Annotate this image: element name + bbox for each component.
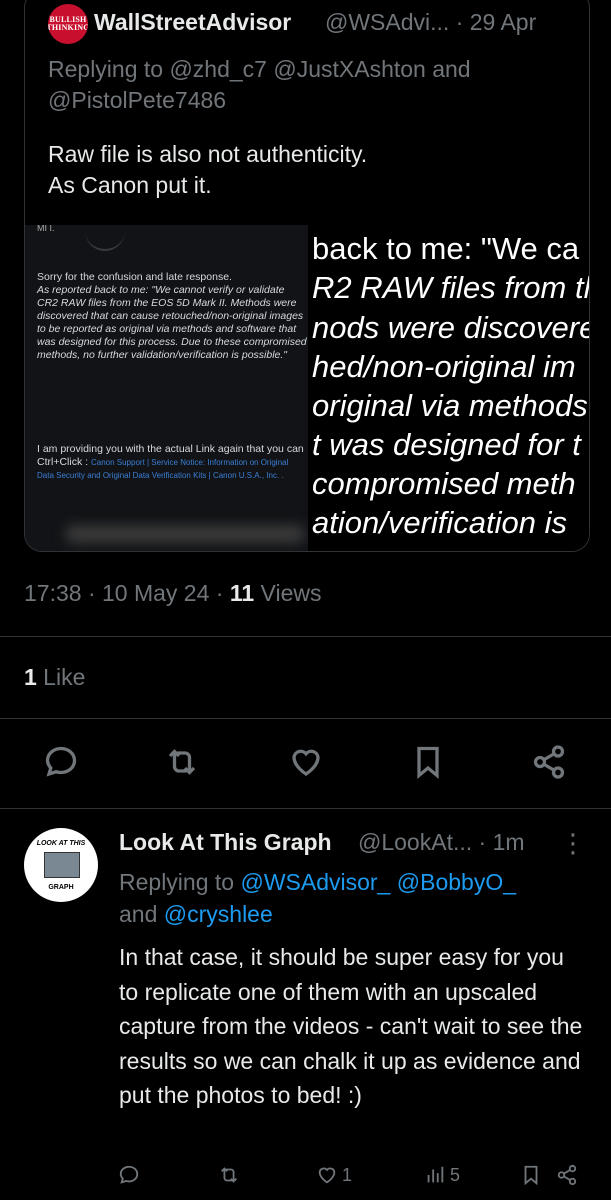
tweet-timestamp-views: 17:38 · 10 May 24 · 11 Views xyxy=(24,580,322,607)
quoted-author-name[interactable]: WallStreetAdvisor xyxy=(94,9,291,36)
tweet-timestamp: 17:38 · 10 May 24 · xyxy=(24,580,230,606)
share-icon xyxy=(557,1164,577,1186)
likes-count-link[interactable]: 1 Like xyxy=(24,664,85,691)
reply-icon xyxy=(45,746,77,777)
quoted-text-line-1: Raw file is also not authenticity. xyxy=(48,141,368,167)
reply-like-button[interactable]: 1 xyxy=(316,1158,352,1192)
like-icon xyxy=(318,1167,336,1184)
views-count: 11 xyxy=(229,580,255,606)
reply-author-name[interactable]: Look At This Graph xyxy=(119,829,332,856)
divider xyxy=(0,718,611,719)
quoted-author-handle[interactable]: @WSAdvi... · 29 Apr xyxy=(325,9,536,36)
quoted-tweet-card[interactable]: BULLISH THINKING WallStreetAdvisor @WSAd… xyxy=(24,0,590,552)
reply-like-count: 1 xyxy=(342,1164,353,1185)
reply-reply-button[interactable] xyxy=(118,1158,140,1192)
divider xyxy=(0,636,611,637)
divider xyxy=(0,808,611,809)
mention-bobbyo[interactable]: @BobbyO_ xyxy=(397,869,516,895)
reply-tweet-text: In that case, it should be super easy fo… xyxy=(119,944,583,1108)
image-top-fragment: MI I. xyxy=(37,225,55,233)
quoted-handle-text: @WSAdvi... xyxy=(325,9,450,35)
share-icon xyxy=(533,745,565,779)
mention-wsadvisor[interactable]: @WSAdvisor_ xyxy=(240,869,390,895)
views-icon xyxy=(427,1166,444,1183)
reply-views-button[interactable]: 5 xyxy=(424,1158,460,1192)
avatar-graph-picture xyxy=(44,852,80,878)
retweet-icon xyxy=(221,1167,237,1183)
likes-count: 1 xyxy=(24,664,37,690)
like-icon xyxy=(292,749,320,776)
zoom-line-8: ation/verification is xyxy=(312,505,568,540)
zoom-line-2: R2 RAW files from th xyxy=(312,270,589,305)
reply-views-count: 5 xyxy=(450,1164,461,1185)
avatar-text-top: LOOK AT THIS xyxy=(36,840,86,847)
likes-label: Like xyxy=(36,664,86,690)
reply-author-handle[interactable]: @LookAt... · 1m xyxy=(358,829,525,856)
share-button[interactable] xyxy=(527,740,571,784)
reply-author-avatar[interactable]: LOOK AT THIS GRAPH xyxy=(24,828,98,902)
reply-button[interactable] xyxy=(39,740,83,784)
quoted-tweet-text: Raw file is also not authenticity. As Ca… xyxy=(48,139,568,201)
image-paragraph-1: Sorry for the confusion and late respons… xyxy=(37,271,307,362)
avatar-text-2: THINKING xyxy=(48,23,88,32)
bookmark-icon xyxy=(417,746,439,780)
zoom-line-5: original via methods xyxy=(312,388,588,423)
reply-bookmark-button[interactable] xyxy=(520,1158,542,1192)
tweet-action-bar xyxy=(0,740,611,790)
image-paragraph-2: I am providing you with the actual Link … xyxy=(37,443,307,482)
avatar-text-bottom: GRAPH xyxy=(48,884,74,891)
mention-cryshlee[interactable]: @cryshlee xyxy=(164,901,273,927)
bookmark-button[interactable] xyxy=(406,740,450,784)
image-paragraph-1a: Sorry for the confusion and late respons… xyxy=(37,271,232,283)
quoted-replying-to: Replying to @zhd_c7 @JustXAshton and @Pi… xyxy=(48,56,471,113)
blurred-signature xyxy=(65,525,305,543)
quoted-image-left[interactable]: MI I. Sorry for the confusion and late r… xyxy=(25,225,308,551)
quoted-image-right[interactable]: back to me: "We ca R2 RAW files from th … xyxy=(308,225,589,551)
like-button[interactable] xyxy=(284,740,328,784)
reply-action-bar: 1 5 xyxy=(0,1158,611,1192)
reply-share-button[interactable] xyxy=(556,1158,578,1192)
replying-and: and xyxy=(119,901,164,927)
reply-retweet-button[interactable] xyxy=(218,1158,240,1192)
zoom-line-4: hed/non-original im xyxy=(312,349,576,384)
reply-replying-to: Replying to @WSAdvisor_ @BobbyO_ and @cr… xyxy=(119,866,589,930)
zoom-line-1: back to me: "We ca xyxy=(312,231,580,266)
image-paragraph-1b: As reported back to me: "We cannot verif… xyxy=(37,284,307,361)
replying-prefix: Replying to xyxy=(119,869,241,895)
zoom-line-3: nods were discovere xyxy=(312,310,589,345)
retweet-button[interactable] xyxy=(160,740,204,784)
bookmark-icon xyxy=(524,1165,538,1186)
views-label: Views xyxy=(254,580,322,606)
more-options-icon[interactable]: ⋮ xyxy=(560,828,586,859)
quoted-text-line-2: As Canon put it. xyxy=(48,172,212,198)
quoted-date: · 29 Apr xyxy=(455,9,537,35)
quoted-author-avatar[interactable]: BULLISH THINKING xyxy=(48,4,88,44)
zoom-line-7: compromised meth xyxy=(312,466,576,501)
reply-icon xyxy=(119,1165,139,1184)
zoom-line-6: t was designed for t xyxy=(312,427,581,462)
retweet-icon xyxy=(168,749,196,775)
